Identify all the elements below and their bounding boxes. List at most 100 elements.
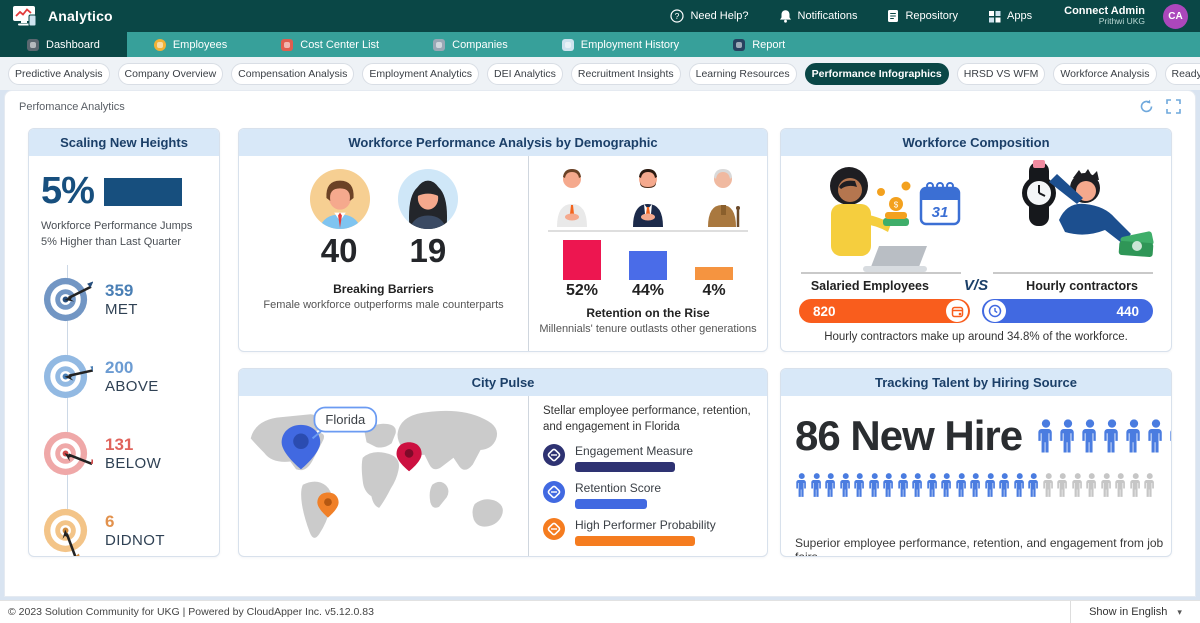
metric-bar: [575, 536, 695, 546]
target-row: 359 MET: [29, 261, 219, 338]
card-hiring-source: Tracking Talent by Hiring Source 86 New …: [780, 368, 1172, 557]
dashboard-tab[interactable]: HRSD VS WFM: [957, 63, 1046, 85]
dashboard-tabs: Predictive Analysis Company Overview Com…: [0, 57, 1200, 90]
target-row: 200 ABOVE: [29, 338, 219, 415]
user-org: Prithwi UKG: [1064, 17, 1145, 26]
male-avatar: [309, 168, 371, 230]
tab-label: Ready Workforce: [1172, 68, 1200, 80]
nav-item[interactable]: Report: [706, 32, 812, 57]
svg-text:?: ?: [675, 11, 680, 21]
person-icon: [911, 470, 925, 500]
right-baseline: [993, 272, 1153, 274]
person-icon: [1114, 470, 1128, 500]
retention-percent: 52%: [563, 282, 601, 300]
target-label: MET: [105, 301, 138, 318]
target-label: BELOW: [105, 455, 161, 472]
fullscreen-icon[interactable]: [1166, 99, 1181, 114]
dashboard-tab[interactable]: Company Overview: [118, 63, 224, 85]
nav-item-label: Employees: [173, 39, 227, 51]
target-list: 359 MET 2: [29, 261, 219, 557]
tab-label: Employment Analytics: [369, 68, 472, 80]
map-pin-florida: [282, 425, 321, 469]
new-hire-pictogram-row-2: [795, 470, 1157, 500]
card-title: Workforce Composition: [781, 129, 1171, 156]
dashboard-tab[interactable]: Workforce Analysis: [1053, 63, 1156, 85]
metric-label: High Performer Probability: [575, 518, 716, 532]
nav-item-icon: [433, 39, 445, 51]
dashboard-tab[interactable]: Learning Resources: [689, 63, 797, 85]
dashboard-tab[interactable]: Compensation Analysis: [231, 63, 354, 85]
refresh-icon[interactable]: [1139, 99, 1154, 114]
salaried-count: 820: [813, 304, 836, 319]
language-select[interactable]: Show in English ▾: [1070, 601, 1200, 623]
right-caption: Millennials' tenure outlasts other gener…: [539, 323, 756, 335]
bell-icon: [779, 9, 792, 23]
nav-item[interactable]: Employees: [127, 32, 254, 57]
hourly-contractor-illustration: [989, 160, 1157, 272]
dashboard-tab[interactable]: Performance Infographics: [805, 63, 949, 85]
nav-item[interactable]: Companies: [406, 32, 535, 57]
retention-percent: 4%: [695, 282, 733, 300]
target-row: 6 DIDNOT: [29, 492, 219, 557]
person-icon: [1071, 470, 1085, 500]
clock-badge-icon: [984, 300, 1006, 322]
app-name: Analytico: [48, 8, 113, 24]
person-icon: [955, 470, 969, 500]
person-icon: [1085, 470, 1099, 500]
female-count: 19: [410, 232, 447, 270]
nav-item-icon: [154, 39, 166, 51]
retention-bar: [695, 267, 733, 280]
person-icon: [824, 470, 838, 500]
help-icon: ?: [670, 9, 684, 23]
card-title: Workforce Performance Analysis by Demogr…: [239, 129, 767, 156]
repository-button[interactable]: Repository: [887, 9, 958, 23]
nav-item-icon: [733, 39, 745, 51]
panel-title: Perfomance Analytics: [19, 101, 125, 113]
card-workforce-composition: Workforce Composition $ 31: [780, 128, 1172, 352]
suit-man-figure: [625, 166, 671, 228]
user-menu[interactable]: Connect Admin Prithwi UKG: [1064, 5, 1145, 26]
metric-row: Retention Score: [543, 481, 755, 509]
target-icon: [42, 274, 93, 325]
notifications-button[interactable]: Notifications: [779, 9, 858, 23]
person-icon: [926, 470, 940, 500]
world-map: Florida: [239, 396, 529, 557]
person-icon: [940, 470, 954, 500]
dashboard-tab[interactable]: Recruitment Insights: [571, 63, 681, 85]
nav-item-label: Dashboard: [46, 39, 100, 51]
hourly-label: Hourly contractors: [1002, 279, 1162, 293]
retention-bar-col: [629, 251, 667, 280]
dashboard-tab[interactable]: Ready Workforce: [1165, 63, 1200, 85]
person-icon: [984, 470, 998, 500]
nav-item[interactable]: Dashboard: [0, 32, 127, 57]
person-icon: [810, 470, 824, 500]
nav-item[interactable]: Cost Center List: [254, 32, 406, 57]
caret-down-icon: ▾: [1177, 607, 1182, 618]
card-title: Tracking Talent by Hiring Source: [781, 369, 1171, 396]
nav-item-label: Companies: [452, 39, 508, 51]
retention-percent: 44%: [629, 282, 667, 300]
person-icon: [1013, 470, 1027, 500]
calendar-icon: 31: [921, 183, 959, 224]
male-count: 40: [321, 232, 358, 270]
need-help-button[interactable]: ? Need Help?: [670, 9, 748, 23]
left-caption: Female workforce outperforms male counte…: [263, 299, 503, 311]
nav-item-icon: [281, 39, 293, 51]
target-value: 359: [105, 281, 138, 301]
nav-item-label: Report: [752, 39, 785, 51]
tab-label: Performance Infographics: [812, 68, 942, 80]
apps-button[interactable]: Apps: [988, 10, 1032, 23]
hiring-caption: Superior employee performance, retention…: [795, 536, 1171, 557]
avatar[interactable]: CA: [1163, 4, 1188, 29]
person-icon: [853, 470, 867, 500]
nav-item[interactable]: Employment History: [535, 32, 706, 57]
metric-icon: [543, 444, 565, 466]
dashboard-tab[interactable]: Predictive Analysis: [8, 63, 110, 85]
person-icon: [1143, 470, 1157, 500]
map-continents: [251, 407, 503, 537]
metric-bar: [575, 462, 675, 472]
tab-label: Company Overview: [125, 68, 217, 80]
salaried-label: Salaried Employees: [790, 279, 950, 293]
dashboard-tab[interactable]: Employment Analytics: [362, 63, 479, 85]
dashboard-tab[interactable]: DEI Analytics: [487, 63, 563, 85]
